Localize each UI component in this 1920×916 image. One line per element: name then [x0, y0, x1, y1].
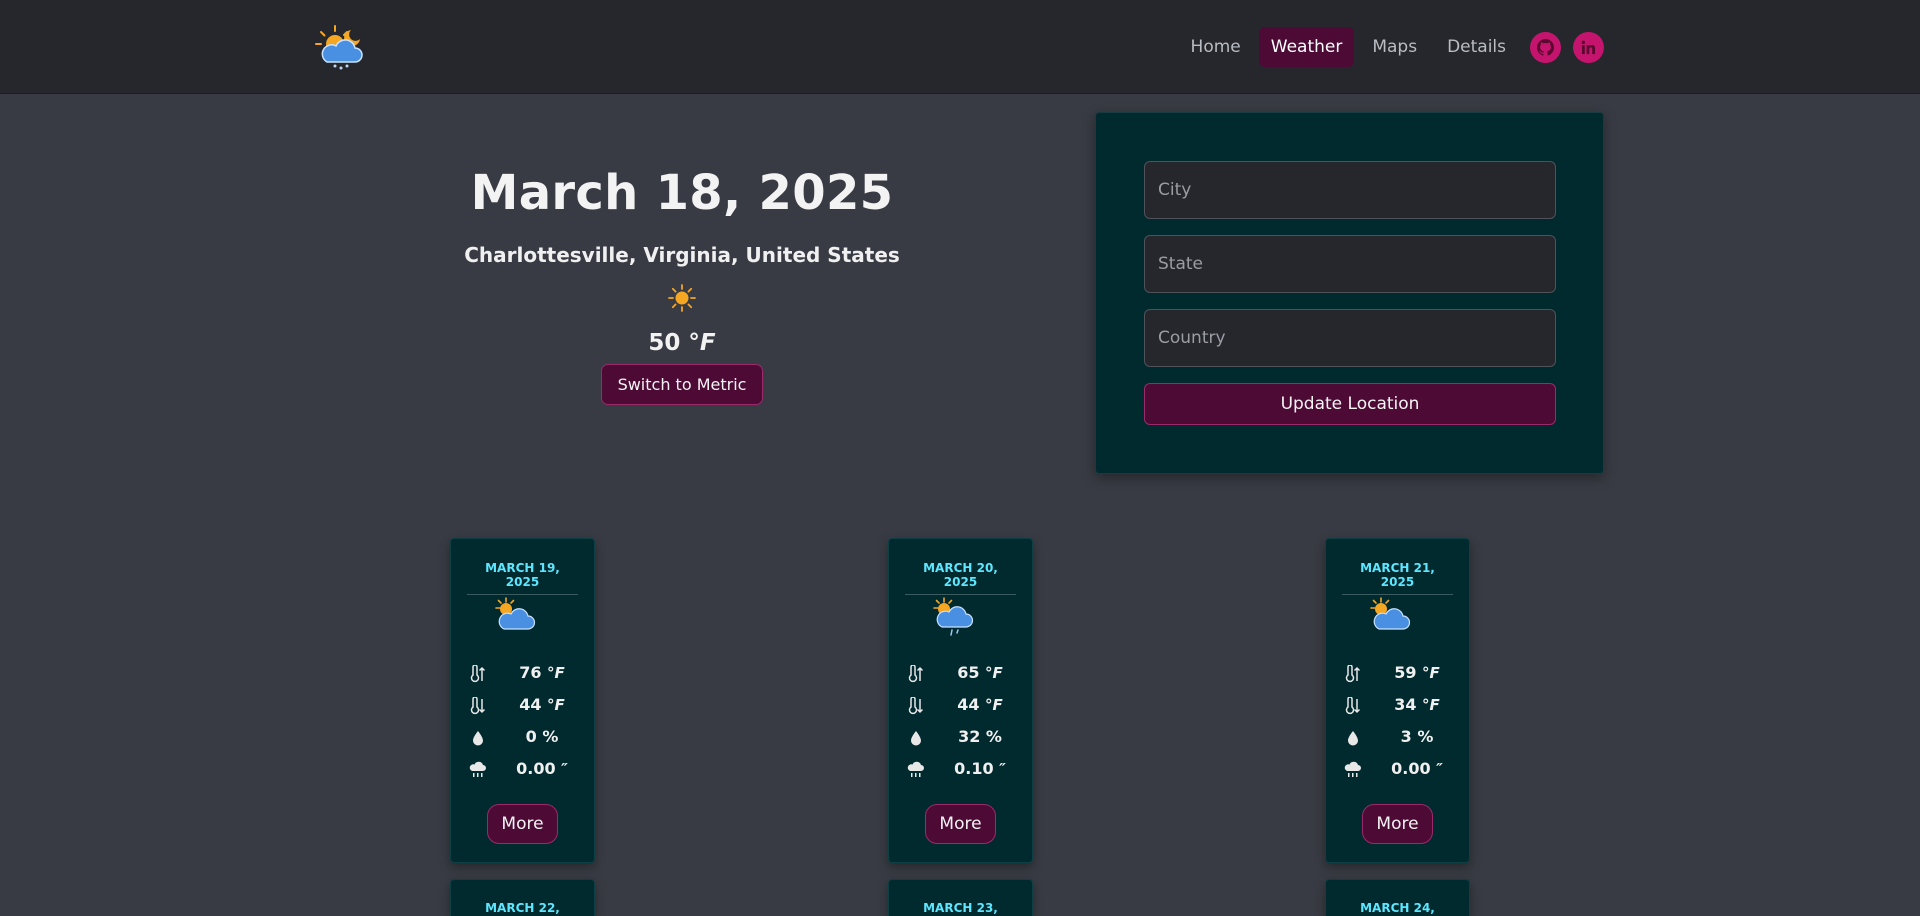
forecast-humidity-row: 32 %	[907, 727, 1017, 749]
forecast-precip: 0.00	[1391, 759, 1431, 778]
linkedin-icon[interactable]	[1573, 31, 1604, 63]
sun-icon	[668, 284, 696, 312]
forecast-low-row: 44 °F	[469, 695, 579, 717]
nav-maps[interactable]: Maps	[1360, 27, 1429, 67]
nav-weather[interactable]: Weather	[1258, 27, 1355, 67]
forecast-card: MARCH 20, 2025 65 °F 44 °F 32 % 0.10 ″ M…	[888, 538, 1033, 863]
partly-cloudy-rain-icon	[933, 597, 974, 636]
forecast-high-row: 65 °F	[907, 663, 1017, 685]
temp-unit: °F	[547, 696, 565, 714]
more-button[interactable]: More	[925, 804, 996, 844]
current-temp-unit: °F	[688, 330, 716, 356]
droplet-icon	[473, 731, 483, 746]
forecast-precip-row: 0.00 ″	[1344, 759, 1454, 781]
nav-details[interactable]: Details	[1435, 27, 1518, 67]
droplet-icon	[911, 731, 921, 746]
forecast-high: 65	[957, 663, 980, 682]
github-icon[interactable]	[1530, 31, 1561, 63]
forecast-humidity: 32	[958, 727, 981, 746]
temp-unit: °F	[985, 664, 1003, 682]
current-temp-value: 50	[648, 330, 681, 356]
humidity-unit: %	[985, 727, 1002, 746]
forecast-precip: 0.10	[954, 759, 994, 778]
forecast-date: MARCH 24, 2025	[1360, 901, 1435, 916]
more-button[interactable]: More	[487, 804, 558, 844]
forecast-precip: 0.00	[516, 759, 556, 778]
navbar: Home Weather Maps Details	[0, 0, 1920, 94]
thermometer-up-icon	[908, 665, 924, 683]
current-temperature: 50 °F	[440, 330, 924, 356]
forecast-low: 44	[519, 695, 542, 714]
temp-unit: °F	[985, 696, 1003, 714]
temp-unit: °F	[547, 664, 565, 682]
forecast-high: 59	[1394, 663, 1417, 682]
nav-links: Home Weather Maps Details	[1179, 27, 1604, 67]
forecast-date: MARCH 21, 2025	[1342, 561, 1453, 595]
current-date: March 18, 2025	[470, 165, 894, 221]
thermometer-down-icon	[1345, 697, 1361, 715]
cloud-rain-icon	[1344, 761, 1361, 777]
forecast-humidity: 3	[1400, 727, 1412, 746]
precip-unit: ″	[999, 760, 1006, 778]
forecast-low-row: 44 °F	[907, 695, 1017, 717]
forecast-date: MARCH 19, 2025	[467, 561, 578, 595]
forecast-high: 76	[519, 663, 542, 682]
nav-home[interactable]: Home	[1179, 27, 1253, 67]
forecast-card: MARCH 24, 2025	[1325, 879, 1470, 916]
current-location: Charlottesville, Virginia, United States	[464, 243, 900, 267]
humidity-unit: %	[542, 727, 559, 746]
cloud-rain-icon	[469, 761, 486, 777]
country-input[interactable]	[1144, 309, 1556, 367]
current-weather: March 18, 2025 Charlottesville, Virginia…	[440, 165, 924, 405]
precip-unit: ″	[1436, 760, 1443, 778]
forecast-humidity-row: 0 %	[469, 727, 579, 749]
update-location-button[interactable]: Update Location	[1144, 383, 1556, 425]
forecast-low: 34	[1394, 695, 1417, 714]
precip-unit: ″	[561, 760, 568, 778]
forecast-high-row: 76 °F	[469, 663, 579, 685]
switch-metric-button[interactable]: Switch to Metric	[600, 364, 764, 405]
temp-unit: °F	[1422, 696, 1440, 714]
state-input[interactable]	[1144, 235, 1556, 293]
thermometer-up-icon	[470, 665, 486, 683]
droplet-icon	[1348, 731, 1358, 746]
humidity-unit: %	[1417, 727, 1434, 746]
thermometer-up-icon	[1345, 665, 1361, 683]
thermometer-down-icon	[470, 697, 486, 715]
location-form: Update Location	[1095, 112, 1604, 474]
forecast-precip-row: 0.00 ″	[469, 759, 579, 781]
city-input[interactable]	[1144, 161, 1556, 219]
forecast-date: MARCH 20, 2025	[905, 561, 1016, 595]
forecast-card: MARCH 19, 2025 76 °F 44 °F 0 % 0.00 ″ Mo…	[450, 538, 595, 863]
forecast-card: MARCH 21, 2025 59 °F 34 °F 3 % 0.00 ″ Mo…	[1325, 538, 1470, 863]
forecast-humidity-row: 3 %	[1344, 727, 1454, 749]
forecast-low-row: 34 °F	[1344, 695, 1454, 717]
forecast-date: MARCH 22, 2025	[485, 901, 560, 916]
thermometer-down-icon	[908, 697, 924, 715]
temp-unit: °F	[1422, 664, 1440, 682]
cloud-rain-icon	[907, 761, 924, 777]
forecast-card: MARCH 23, 2025	[888, 879, 1033, 916]
partly-cloudy-icon	[1370, 597, 1411, 630]
partly-cloudy-snow-logo-icon[interactable]	[313, 24, 367, 70]
forecast-precip-row: 0.10 ″	[907, 759, 1017, 781]
forecast-card: MARCH 22, 2025	[450, 879, 595, 916]
forecast-low: 44	[957, 695, 980, 714]
forecast-date: MARCH 23, 2025	[923, 901, 998, 916]
more-button[interactable]: More	[1362, 804, 1433, 844]
partly-cloudy-icon	[495, 597, 536, 630]
forecast-high-row: 59 °F	[1344, 663, 1454, 685]
forecast-humidity: 0	[525, 727, 537, 746]
